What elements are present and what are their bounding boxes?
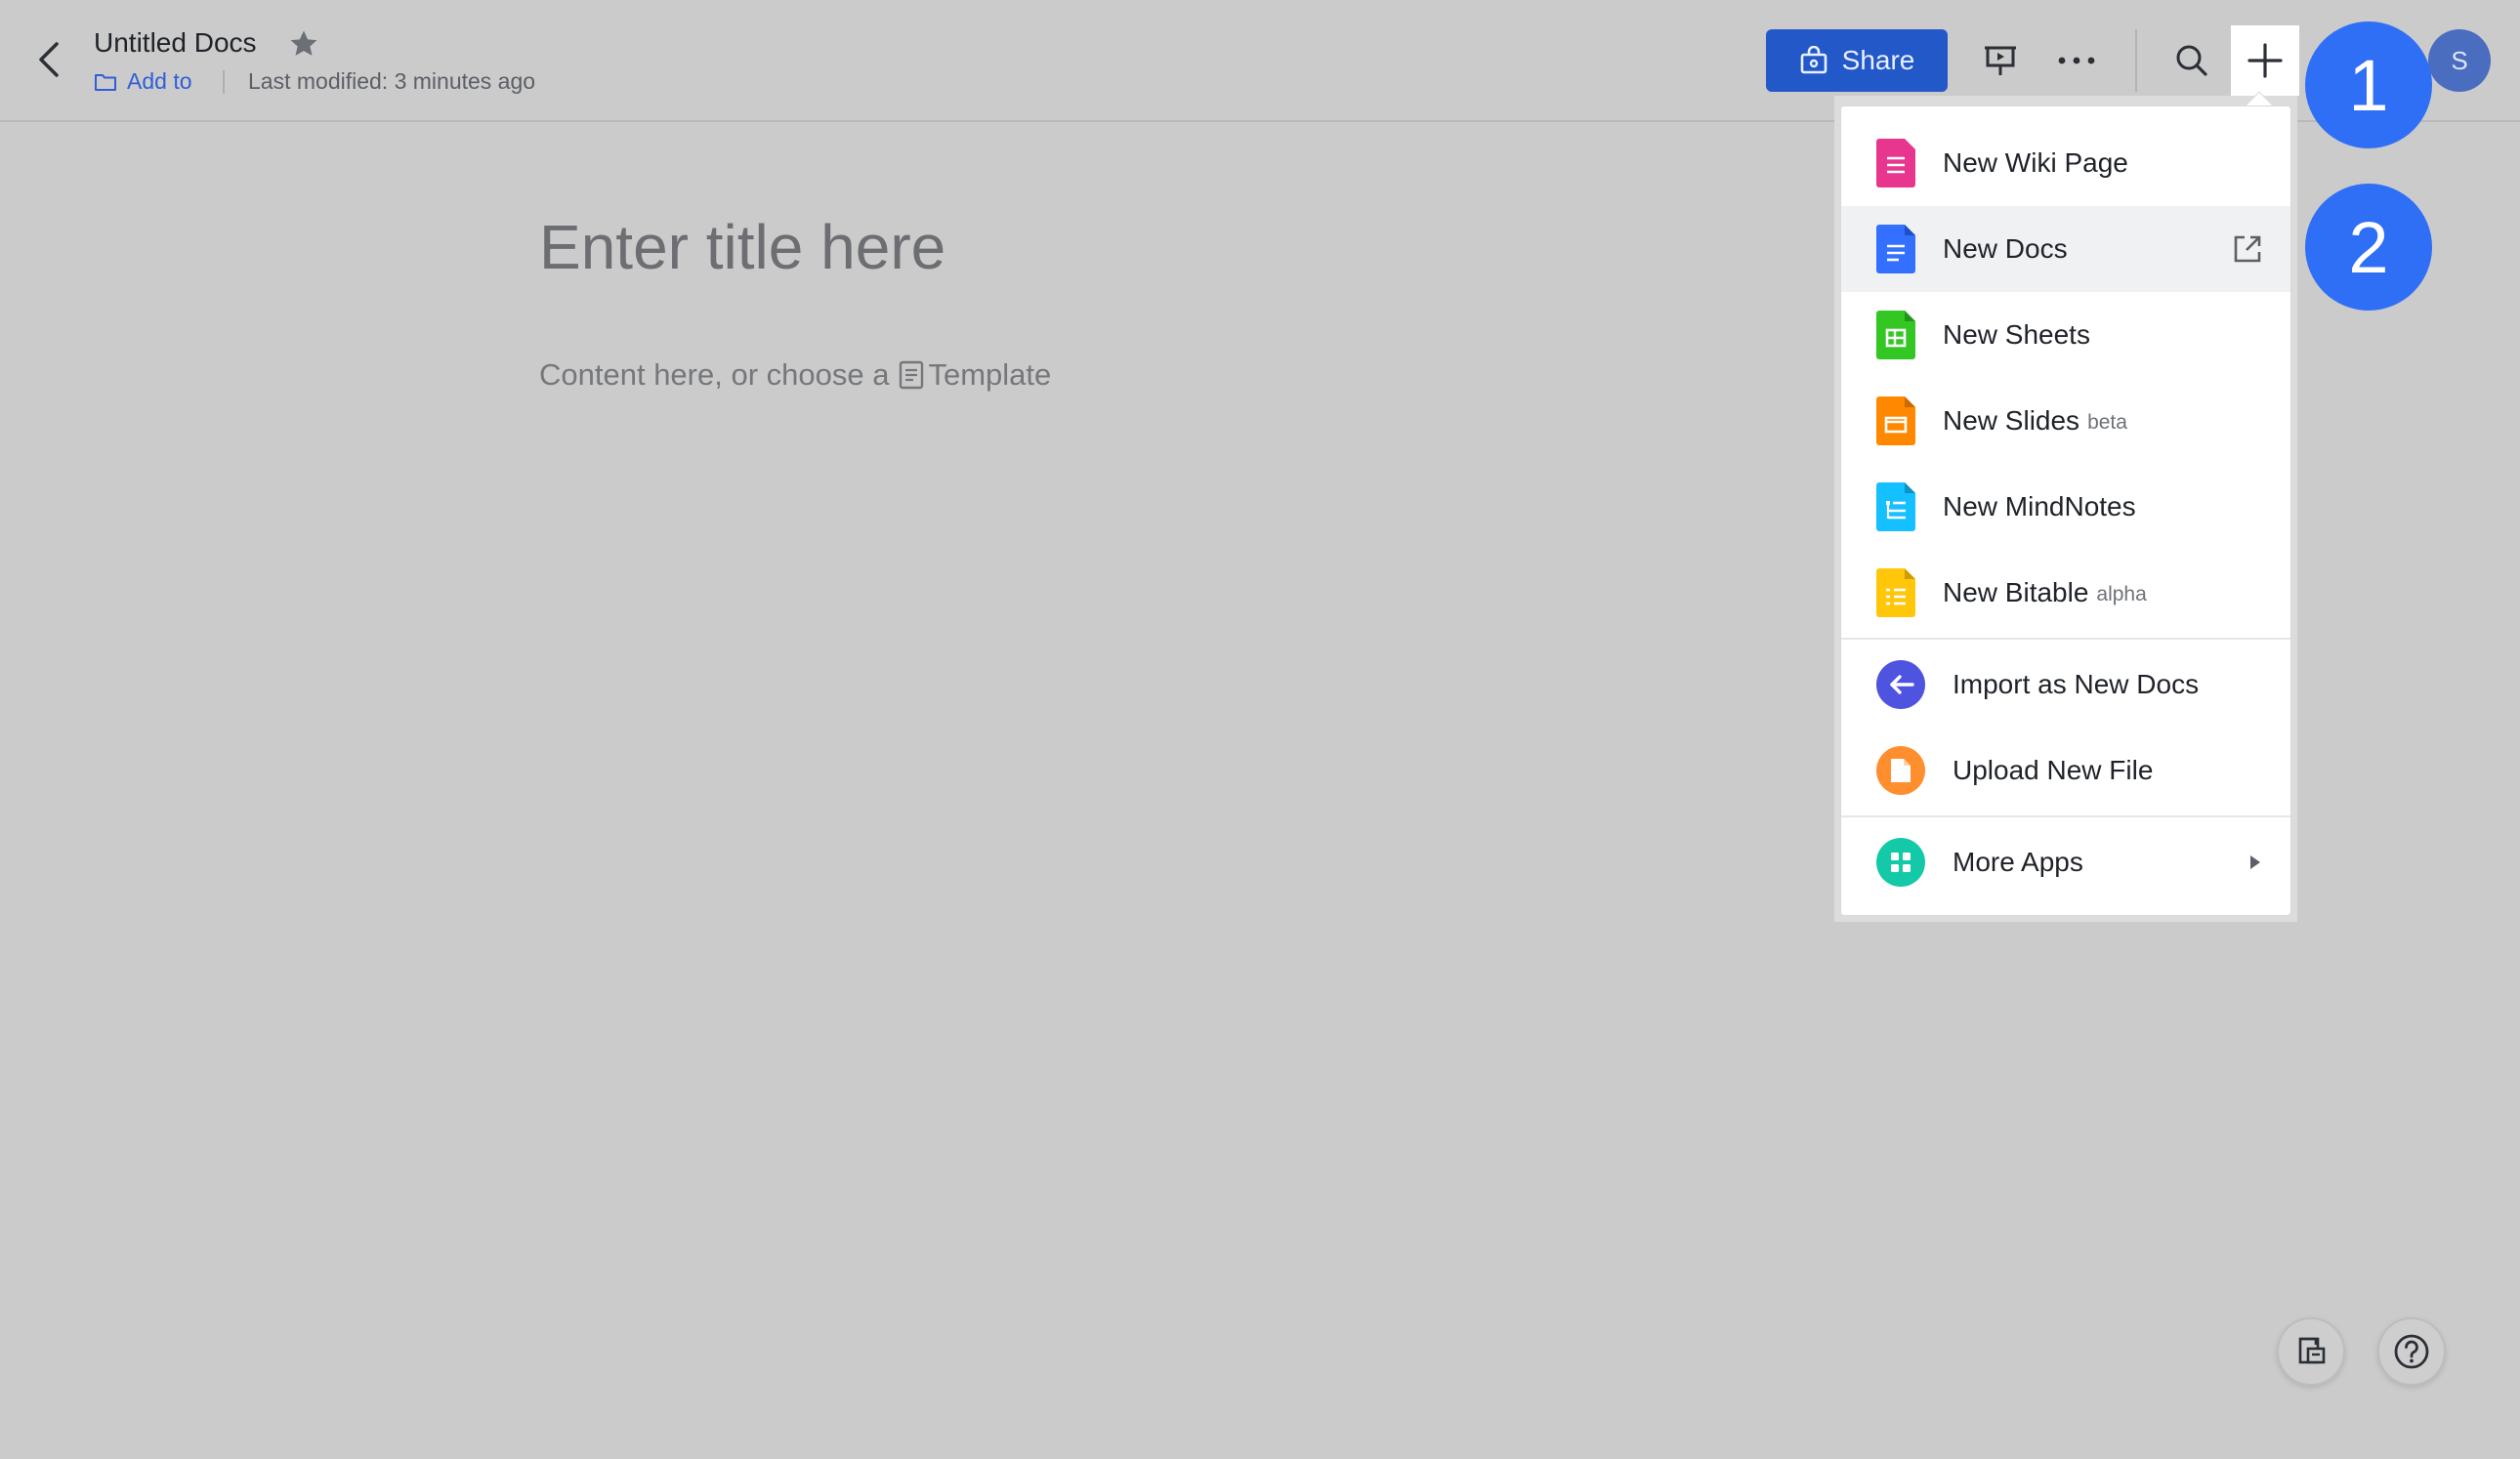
step-badge-2: 2 <box>2305 184 2432 311</box>
add-to-label: Add to <box>127 68 192 94</box>
step-badge-1: 1 <box>2305 21 2432 148</box>
share-label: Share <box>1841 45 1915 75</box>
beta-tag: beta <box>2087 411 2127 434</box>
presentation-icon <box>1985 46 2016 75</box>
document-outline-icon <box>2298 1337 2326 1364</box>
upload-file-icon <box>1876 746 1925 795</box>
bitable-icon <box>1876 568 1915 617</box>
document-title[interactable]: Untitled Docs <box>94 27 257 59</box>
template-icon <box>900 360 924 390</box>
template-link[interactable]: Template <box>899 357 1051 393</box>
menu-item-label: New Sheets <box>1943 319 2090 350</box>
caret-right-icon <box>2250 855 2260 869</box>
content-placeholder: Content here, or choose a <box>539 357 890 392</box>
more-options-button[interactable] <box>2049 33 2104 88</box>
menu-item-label: New Bitable <box>1943 577 2089 607</box>
catalog-button[interactable] <box>2277 1317 2345 1386</box>
user-avatar[interactable]: S <box>2428 29 2491 92</box>
menu-item-label: Upload New File <box>1953 755 2154 785</box>
menu-item-new-docs[interactable]: New Docs <box>1841 206 2290 292</box>
back-button[interactable] <box>27 37 70 82</box>
menu-divider <box>1841 815 2290 817</box>
folder-icon <box>95 73 116 91</box>
menu-item-label: New Slides <box>1943 405 2080 436</box>
menu-item-new-bitable[interactable]: New Bitable alpha <box>1841 550 2290 636</box>
sheets-icon <box>1876 311 1915 359</box>
lock-share-icon <box>1800 46 1827 74</box>
menu-item-import-as-new-docs[interactable]: Import as New Docs <box>1841 642 2290 728</box>
more-horizontal-icon <box>2058 57 2095 64</box>
docs-icon <box>1876 225 1915 273</box>
last-modified-text: Last modified: 3 minutes ago <box>248 68 536 94</box>
menu-item-more-apps[interactable]: More Apps <box>1841 819 2290 905</box>
menu-item-new-wiki-page[interactable]: New Wiki Page <box>1841 120 2290 206</box>
create-new-menu: New Wiki Page New Docs New Sheets New Sl… <box>1840 105 2291 916</box>
menu-item-label: New Wiki Page <box>1943 147 2128 178</box>
menu-item-label: More Apps <box>1953 847 2083 877</box>
search-icon <box>2176 45 2207 76</box>
toolbar-divider <box>2135 29 2137 92</box>
help-button[interactable] <box>2377 1317 2446 1386</box>
menu-item-label: Import as New Docs <box>1953 669 2200 699</box>
import-icon <box>1876 660 1925 709</box>
create-new-button[interactable] <box>2231 25 2299 96</box>
plus-icon <box>2247 43 2283 78</box>
content-input[interactable]: Content here, or choose a Template <box>539 357 1051 393</box>
menu-item-new-slides[interactable]: New Slides beta <box>1841 378 2290 464</box>
chevron-left-icon <box>39 42 59 77</box>
open-in-new-window-icon[interactable] <box>2232 233 2263 265</box>
wiki-page-icon <box>1876 139 1915 188</box>
presentation-mode-button[interactable] <box>1973 33 2028 88</box>
menu-item-upload-new-file[interactable]: Upload New File <box>1841 728 2290 813</box>
help-icon <box>2394 1334 2429 1369</box>
add-to-folder-link[interactable]: Add to <box>94 68 192 95</box>
search-button[interactable] <box>2164 33 2219 88</box>
more-apps-icon <box>1876 838 1925 887</box>
menu-item-label: New MindNotes <box>1943 491 2136 521</box>
title-input[interactable]: Enter title here <box>539 211 945 283</box>
menu-item-new-sheets[interactable]: New Sheets <box>1841 292 2290 378</box>
header-separator <box>223 70 225 94</box>
share-button[interactable]: Share <box>1766 29 1948 92</box>
slides-icon <box>1876 396 1915 445</box>
menu-item-new-mindnotes[interactable]: New MindNotes <box>1841 464 2290 550</box>
menu-item-label: New Docs <box>1943 233 2068 264</box>
alpha-tag: alpha <box>2096 583 2147 605</box>
template-label: Template <box>928 357 1052 392</box>
menu-divider <box>1841 638 2290 640</box>
mindnotes-icon <box>1876 482 1915 531</box>
star-icon[interactable] <box>287 27 320 61</box>
